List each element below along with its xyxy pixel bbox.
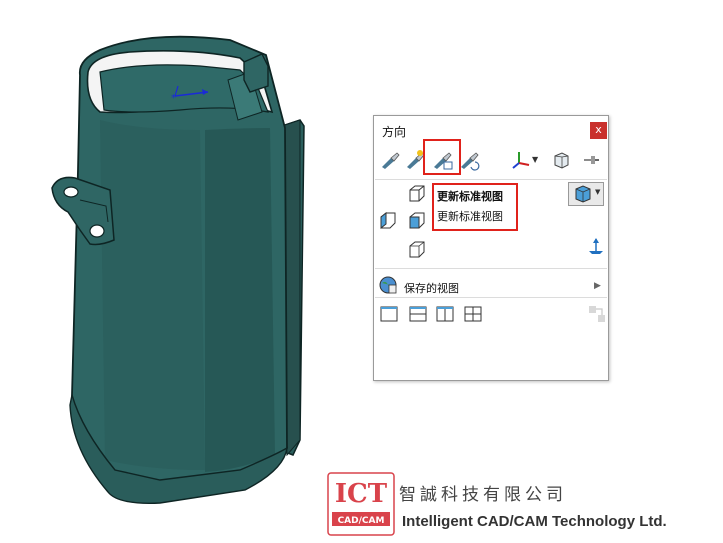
single-view-icon[interactable] (379, 304, 399, 324)
isometric-dropdown-icon[interactable]: ▼ (595, 188, 600, 196)
two-view-vertical-icon[interactable] (435, 304, 455, 324)
dropdown-arrow-icon[interactable]: ▼ (532, 149, 542, 171)
separator (375, 297, 607, 298)
graphics-viewport[interactable]: * (0, 0, 723, 539)
reset-standard-views-icon[interactable] (458, 149, 480, 171)
top-view-icon[interactable] (407, 211, 427, 231)
saved-views-expand-icon[interactable]: ▶ (594, 281, 601, 291)
company-name-chinese: 智誠科技有限公司 (399, 485, 567, 505)
logo-text-ict: ICT (335, 479, 388, 509)
separator (375, 268, 607, 269)
svg-text:*: * (171, 93, 176, 104)
ict-logo: ICT CAD/CAM (327, 472, 395, 536)
four-view-icon[interactable] (463, 304, 483, 324)
left-view-icon[interactable] (378, 211, 398, 231)
link-views-icon[interactable] (587, 304, 607, 324)
close-button[interactable]: x (590, 122, 607, 139)
separator (375, 179, 607, 180)
dialog-titlebar[interactable]: 方向 x (374, 116, 608, 144)
company-name-english: Intelligent CAD/CAM Technology Ltd. (402, 513, 667, 530)
view-selector-axis-icon[interactable] (509, 149, 531, 171)
front-view-icon[interactable] (407, 184, 427, 204)
saved-views-label[interactable]: 保存的视图 (404, 280, 459, 296)
menu-highlight (432, 183, 518, 231)
logo-text-cadcam: CAD/CAM (338, 516, 385, 526)
view-cube-icon[interactable] (550, 149, 572, 171)
pin-icon[interactable] (580, 149, 602, 171)
cad-model: * (51, 35, 305, 504)
saved-views-icon[interactable] (378, 275, 398, 295)
update-standard-views-icon[interactable] (431, 149, 453, 171)
two-view-horizontal-icon[interactable] (408, 304, 428, 324)
view-orientation-icon[interactable] (379, 149, 401, 171)
isometric-view-button[interactable]: ▼ (568, 182, 604, 206)
orientation-dialog: 方向 x ▼ ▼ 更新标准视图 更新标准视图 保存的视图 ▶ (373, 115, 609, 381)
bottom-view-icon[interactable] (407, 240, 427, 260)
dialog-title: 方向 (382, 125, 407, 139)
normal-to-icon[interactable] (586, 236, 606, 256)
